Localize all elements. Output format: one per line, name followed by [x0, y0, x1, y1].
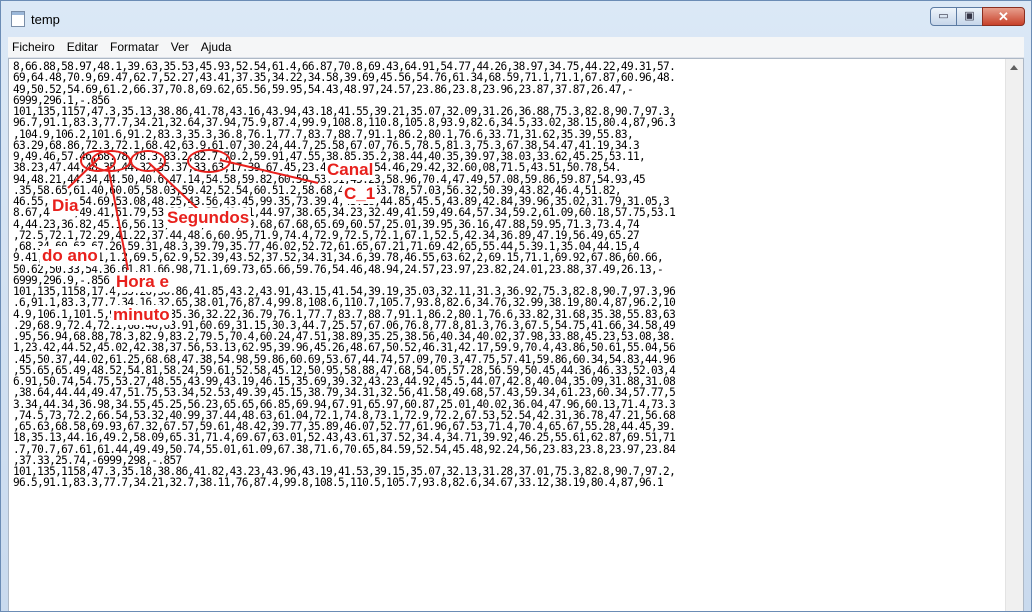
minimize-button[interactable]: ▭ [930, 7, 957, 26]
notepad-icon [11, 11, 25, 27]
menu-editar[interactable]: Editar [61, 40, 104, 54]
close-icon: ✕ [998, 9, 1009, 24]
menu-formatar[interactable]: Formatar [104, 40, 165, 54]
document-text[interactable]: 8,66.88,58.97,48.1,39.63,35.53,45.93,52.… [9, 59, 1023, 489]
title-bar[interactable]: temp ▭ ▣ ✕ [1, 1, 1031, 37]
close-button[interactable]: ✕ [982, 7, 1025, 26]
window-title: temp [31, 11, 60, 27]
minimize-icon: ▭ [938, 10, 949, 22]
vertical-scrollbar[interactable] [1005, 59, 1023, 611]
menu-bar: Ficheiro Editar Formatar Ver Ajuda [8, 37, 1024, 58]
menu-ajuda[interactable]: Ajuda [195, 40, 238, 54]
menu-ficheiro[interactable]: Ficheiro [8, 40, 61, 54]
notepad-window: temp ▭ ▣ ✕ Ficheiro Editar Formatar Ver … [0, 0, 1032, 612]
scroll-up-arrow-icon[interactable] [1010, 65, 1018, 70]
maximize-button[interactable]: ▣ [956, 7, 983, 26]
text-editor[interactable]: 8,66.88,58.97,48.1,39.63,35.53,45.93,52.… [8, 58, 1024, 611]
menu-ver[interactable]: Ver [165, 40, 195, 54]
maximize-icon: ▣ [964, 10, 975, 22]
